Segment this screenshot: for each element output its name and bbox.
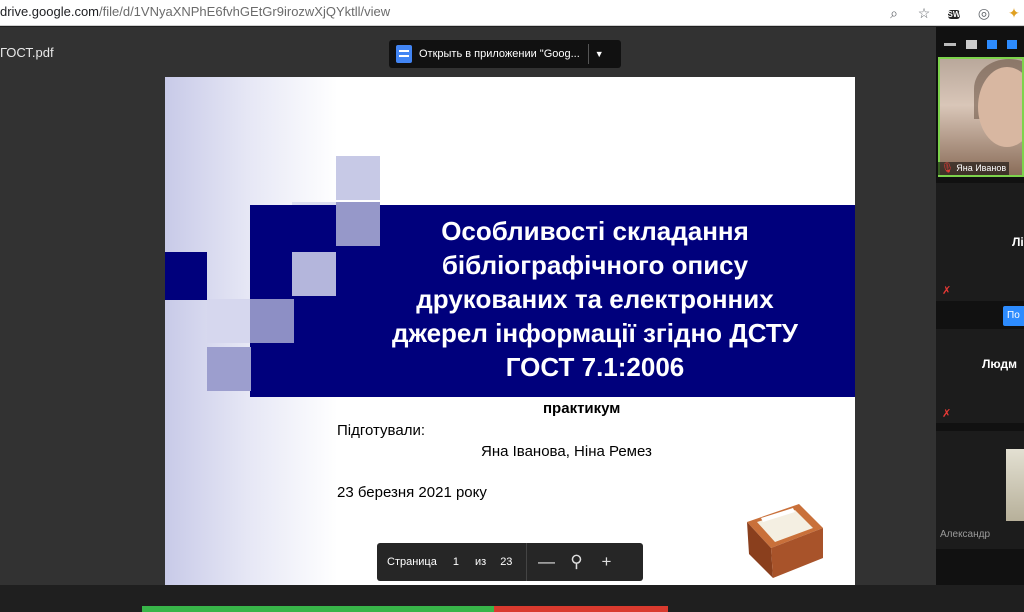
slide-page: Особливості складання бібліографічного о…	[165, 77, 855, 585]
gallery-icon[interactable]	[1007, 39, 1017, 49]
mic-muted-icon: ✗	[942, 408, 952, 420]
decor-square	[207, 347, 251, 391]
active-speaker-video[interactable]	[938, 57, 1024, 177]
zoom-icon[interactable]: ⌕	[884, 5, 904, 22]
extension-sw-icon[interactable]: SW	[944, 4, 964, 23]
participant-name-tag: 🎙 Яна Иванов	[938, 162, 1010, 175]
file-name: ГОСТ.pdf	[0, 45, 54, 60]
extension-circle-icon[interactable]: ◎	[974, 5, 994, 22]
participant-name: Людм	[982, 357, 1018, 371]
zoom-out-icon[interactable]: —	[531, 552, 561, 572]
title-band-left	[165, 252, 207, 300]
url-text[interactable]: drive.google.com/file/d/1VNyaXNPhE6fvhGE…	[0, 4, 390, 19]
title-line: ГОСТ 7.1:2006	[505, 352, 685, 382]
decor-square	[336, 156, 380, 200]
decor-square	[250, 299, 294, 343]
window-icon[interactable]	[966, 39, 977, 49]
url-host: drive.google.com	[0, 4, 99, 19]
participant-face	[978, 67, 1022, 147]
url-path: /file/d/1VNyaXNPhE6fvhGEtGr9irozwXjQYktl…	[99, 4, 391, 19]
prepared-by-label: Підготували:	[337, 422, 426, 439]
extension-gear-icon[interactable]: ✦	[1004, 5, 1024, 22]
meeting-share-bar-red	[494, 606, 668, 612]
minimize-icon[interactable]	[944, 42, 956, 46]
slide-title: Особливості складання бібліографічного о…	[360, 214, 830, 384]
decor-square	[207, 299, 251, 343]
meeting-share-bar-green	[142, 606, 494, 612]
browser-address-bar[interactable]: drive.google.com/file/d/1VNyaXNPhE6fvhGE…	[0, 0, 1024, 26]
page-of-label: из	[474, 556, 487, 568]
decor-square	[292, 252, 336, 296]
participant-video-thumbnail	[1006, 449, 1024, 521]
title-line: джерел інформації згідно ДСТУ	[392, 318, 798, 348]
bookmark-star-icon[interactable]: ☆	[914, 5, 934, 22]
button-divider	[587, 44, 589, 64]
pdf-viewer: ГОСТ.pdf Открыть в приложении "Goog... ▼…	[0, 27, 936, 612]
mic-muted-icon: ✗	[942, 285, 952, 297]
page-toolbar: Страница 1 из 23 — ⚲ +	[377, 543, 643, 581]
page-label: Страница	[387, 556, 437, 568]
layout-icon[interactable]	[987, 39, 997, 49]
title-line: Особливості складання	[441, 216, 749, 246]
card-box-icon	[747, 504, 823, 578]
meeting-panel-toolbar	[936, 35, 1024, 53]
title-line: друкованих та електронних	[416, 284, 774, 314]
open-in-app-button[interactable]: Открыть в приложении "Goog... ▼	[389, 40, 621, 68]
participant-action-button[interactable]: По	[1003, 306, 1024, 326]
participant-name: Александр	[940, 529, 991, 540]
meeting-panel: 🎙 Яна Иванов Лі ✗ По Людм ✗ Александр	[936, 27, 1024, 585]
open-in-app-label: Открыть в приложении "Goog...	[419, 48, 580, 60]
slide-subtitle: практикум	[543, 400, 621, 417]
dropdown-arrow-icon[interactable]: ▼	[595, 49, 604, 59]
participant-name: Лі	[1012, 235, 1024, 249]
google-docs-icon	[396, 45, 412, 63]
zoom-magnifier-icon[interactable]: ⚲	[561, 552, 591, 572]
title-line: бібліографічного опису	[441, 250, 749, 280]
toolbar-divider	[526, 543, 528, 581]
mic-muted-icon: 🎙	[941, 163, 954, 174]
zoom-in-icon[interactable]: +	[591, 552, 621, 572]
total-pages: 23	[500, 556, 513, 568]
slide-date: 23 березня 2021 року	[337, 484, 487, 501]
authors: Яна Іванова, Ніна Ремез	[481, 443, 652, 460]
current-page-input[interactable]: 1	[453, 556, 459, 568]
